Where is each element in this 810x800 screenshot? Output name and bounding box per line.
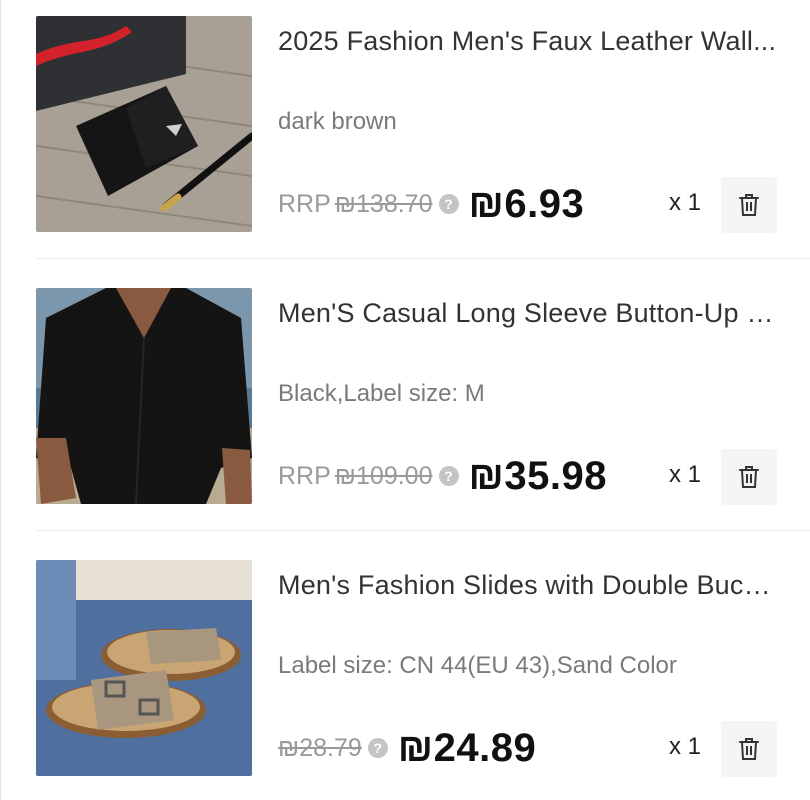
product-variant[interactable]: Black,Label size: M: [278, 380, 485, 408]
product-variant[interactable]: dark brown: [278, 108, 397, 136]
trash-icon: [739, 194, 759, 216]
rrp-label: RRP: [278, 189, 331, 218]
delete-button[interactable]: [721, 449, 777, 505]
question-circle-icon[interactable]: ?: [438, 466, 459, 486]
sale-price: ₪35.98: [468, 453, 607, 498]
divider: [36, 530, 810, 531]
trash-icon: [739, 466, 759, 488]
product-title[interactable]: Men'S Casual Long Sleeve Button-Up S...: [278, 298, 778, 329]
rrp-value: ₪109.00: [334, 461, 433, 490]
product-image[interactable]: [36, 288, 252, 504]
product-variant[interactable]: Label size: CN 44(EU 43),Sand Color: [278, 652, 677, 680]
question-circle-icon[interactable]: ?: [367, 738, 388, 758]
cart-item: Men's Fashion Slides with Double Buck...…: [1, 544, 810, 800]
divider: [36, 258, 810, 259]
rrp-value: ₪28.79: [278, 733, 362, 762]
price-row: RRP ₪109.00 ? ₪35.98: [278, 450, 607, 502]
price-row: RRP ₪138.70 ? ₪6.93: [278, 178, 584, 230]
wallet-image: [36, 16, 252, 232]
rrp-label: RRP: [278, 461, 331, 490]
product-title[interactable]: 2025 Fashion Men's Faux Leather Wall...: [278, 26, 778, 57]
question-circle-icon[interactable]: ?: [438, 194, 459, 214]
delete-button[interactable]: [721, 177, 777, 233]
shirt-image: [36, 288, 252, 504]
quantity[interactable]: x 1: [669, 189, 701, 217]
price-row: ₪28.79 ? ₪24.89: [278, 722, 536, 774]
slides-image: [36, 560, 252, 776]
product-image[interactable]: [36, 16, 252, 232]
delete-button[interactable]: [721, 721, 777, 777]
trash-icon: [739, 738, 759, 760]
quantity[interactable]: x 1: [669, 733, 701, 761]
product-title[interactable]: Men's Fashion Slides with Double Buck...: [278, 570, 778, 601]
quantity[interactable]: x 1: [669, 461, 701, 489]
sale-price: ₪6.93: [468, 181, 585, 226]
product-image[interactable]: [36, 560, 252, 776]
cart-item: Men'S Casual Long Sleeve Button-Up S... …: [1, 272, 810, 544]
rrp-value: ₪138.70: [334, 189, 433, 218]
cart-item-list: 2025 Fashion Men's Faux Leather Wall... …: [0, 0, 810, 800]
cart-item: 2025 Fashion Men's Faux Leather Wall... …: [1, 0, 810, 272]
sale-price: ₪24.89: [397, 725, 537, 770]
